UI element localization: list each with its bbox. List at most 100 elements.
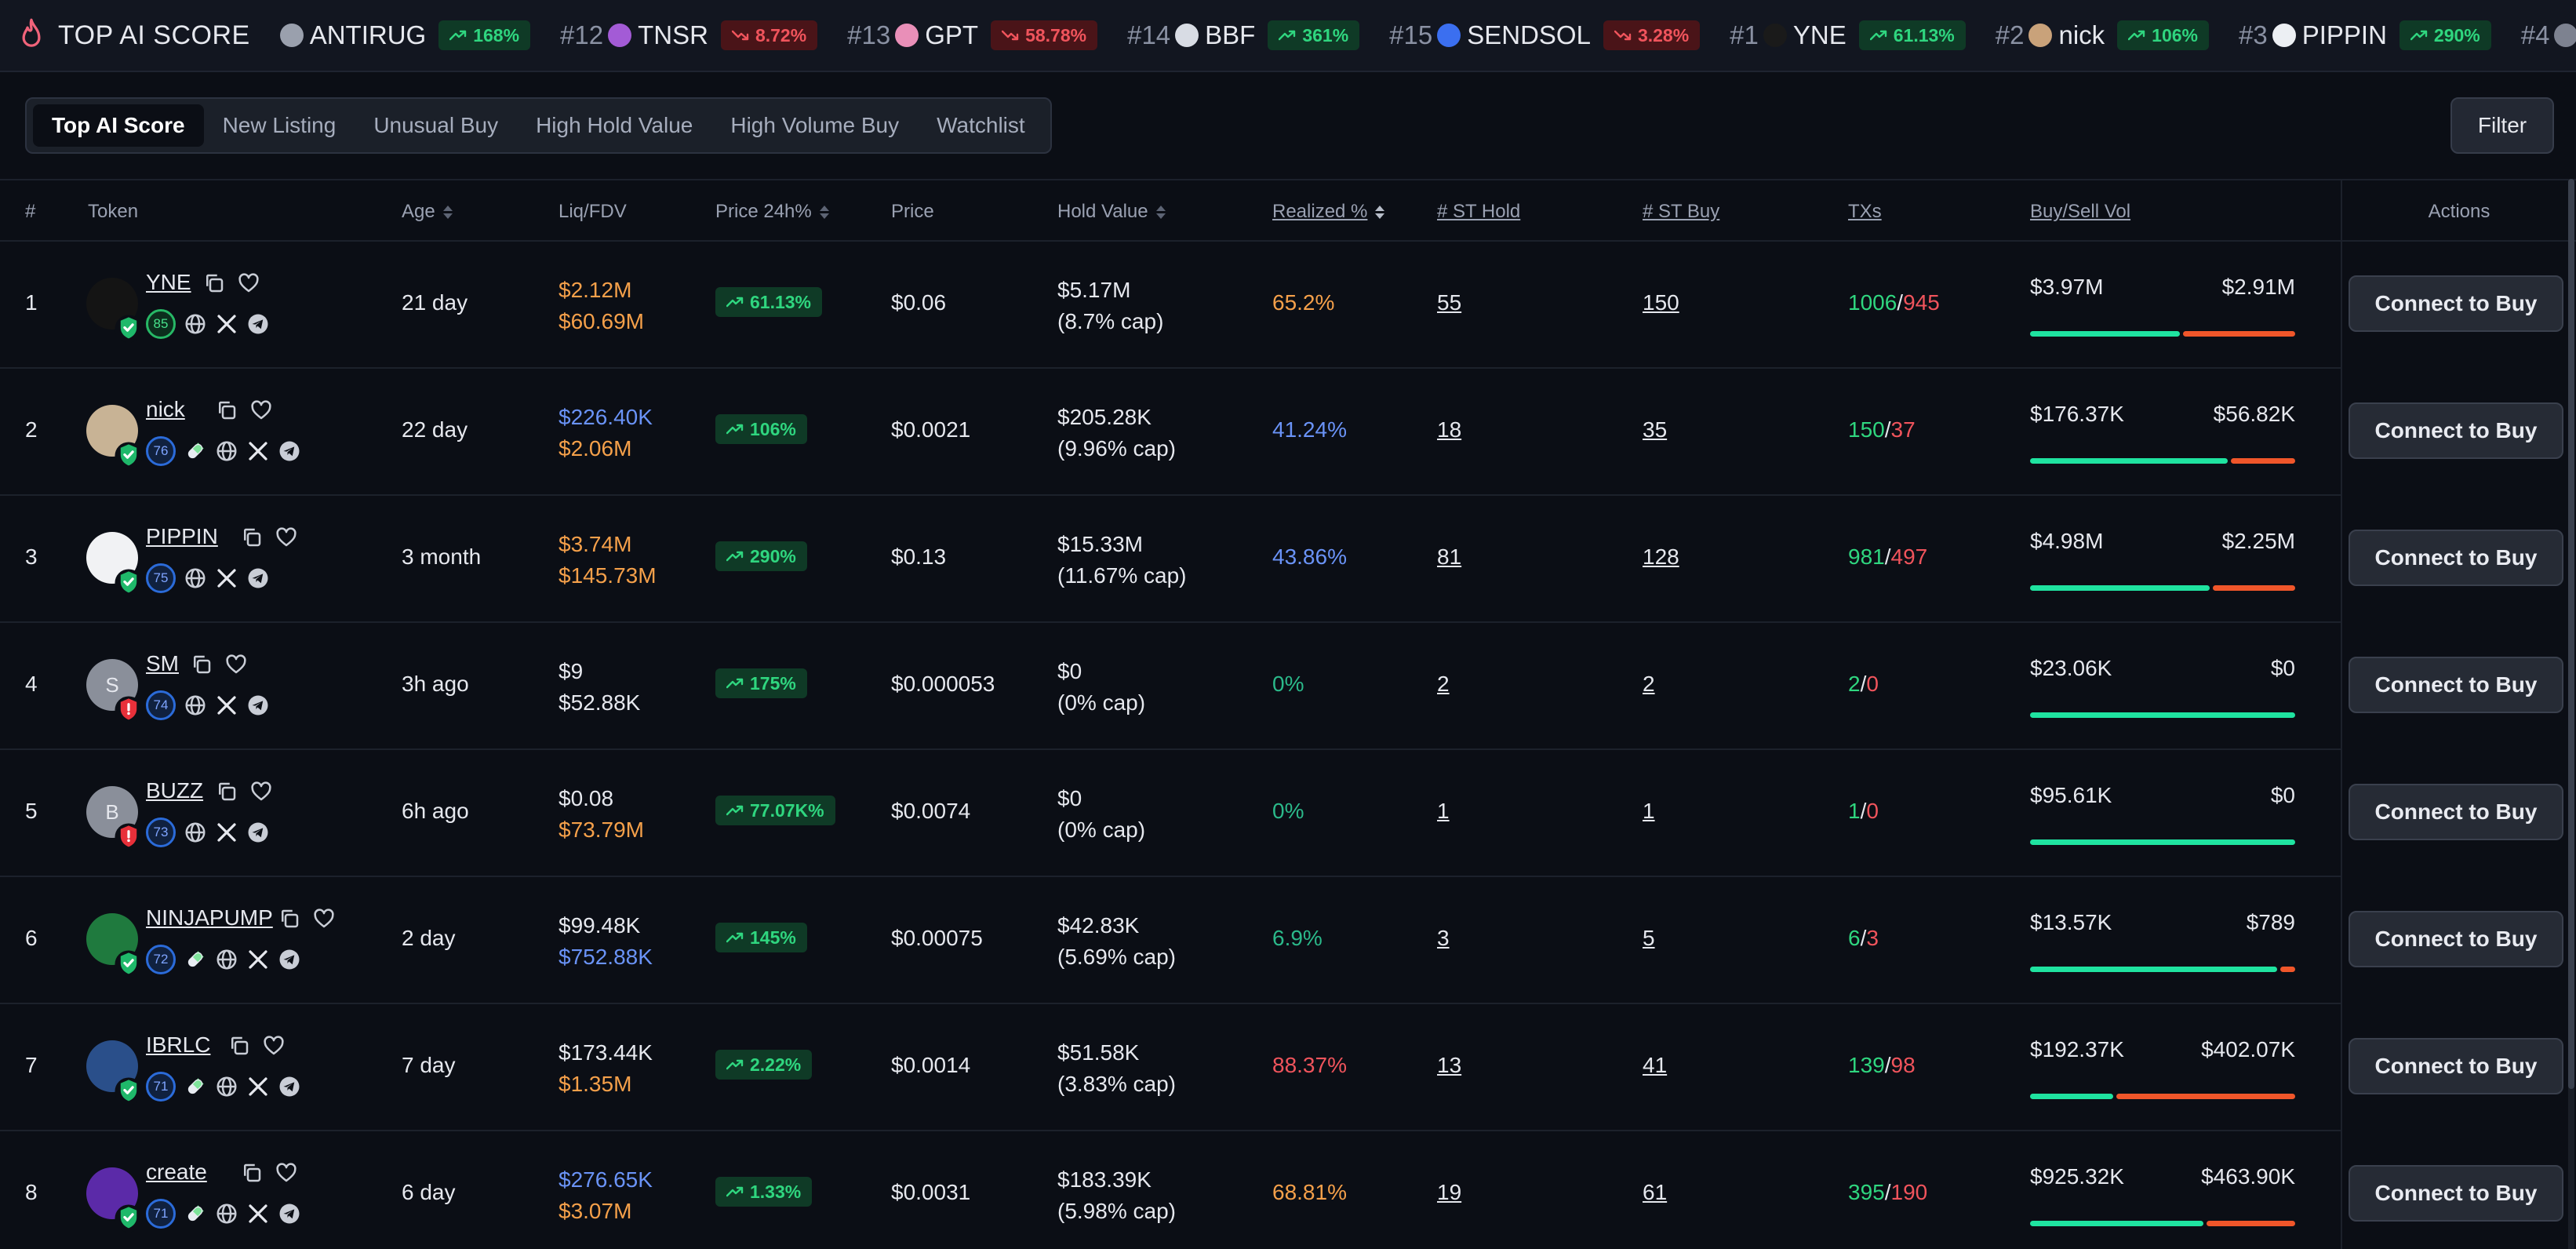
heart-icon[interactable]: [249, 780, 273, 807]
tab-new-listing[interactable]: New Listing: [204, 104, 355, 147]
heart-icon[interactable]: [275, 526, 298, 553]
tab-unusual-buy[interactable]: Unusual Buy: [355, 104, 517, 147]
heart-icon[interactable]: [237, 271, 260, 299]
token-avatar[interactable]: [86, 913, 143, 978]
globe-icon[interactable]: [215, 1202, 238, 1225]
connect-to-buy-button[interactable]: Connect to Buy: [2349, 530, 2563, 586]
token-avatar[interactable]: [86, 405, 143, 470]
telegram-icon[interactable]: [246, 312, 270, 336]
col-hold-value[interactable]: Hold Value: [1057, 180, 1166, 243]
heart-icon[interactable]: [275, 1161, 298, 1189]
table-row[interactable]: 6 NINJAPUMP 72 2 day $99.48K $752.88K 145% $0.0…: [0, 877, 2576, 1004]
token-avatar[interactable]: B: [86, 786, 143, 851]
row-st-buy[interactable]: 128: [1643, 544, 1679, 570]
row-st-buy[interactable]: 5: [1643, 926, 1655, 951]
token-avatar[interactable]: [86, 278, 143, 343]
tab-high-volume-buy[interactable]: High Volume Buy: [711, 104, 918, 147]
token-name[interactable]: NINJAPUMP: [146, 905, 273, 930]
pill-icon[interactable]: [184, 439, 207, 463]
telegram-icon[interactable]: [246, 566, 270, 590]
heart-icon[interactable]: [312, 907, 336, 934]
telegram-icon[interactable]: [278, 439, 301, 463]
ticker-item[interactable]: #12 TNSR 8.72%: [560, 20, 818, 50]
pill-icon[interactable]: [184, 948, 207, 971]
ticker-item[interactable]: ANTIRUG 168%: [277, 20, 531, 50]
token-name[interactable]: PIPPIN: [146, 524, 218, 549]
copy-icon[interactable]: [227, 1034, 251, 1061]
ticker-item[interactable]: #1 YNE 61.13%: [1730, 20, 1966, 50]
x-icon[interactable]: [215, 694, 238, 717]
ticker-item[interactable]: #2 nick 106%: [1996, 20, 2209, 50]
row-st-buy[interactable]: 2: [1643, 672, 1655, 697]
tab-high-hold-value[interactable]: High Hold Value: [517, 104, 711, 147]
globe-icon[interactable]: [184, 566, 207, 590]
row-st-hold[interactable]: 55: [1437, 290, 1461, 315]
row-st-hold[interactable]: 18: [1437, 417, 1461, 442]
connect-to-buy-button[interactable]: Connect to Buy: [2349, 1038, 2563, 1094]
copy-icon[interactable]: [190, 653, 213, 680]
connect-to-buy-button[interactable]: Connect to Buy: [2349, 911, 2563, 967]
telegram-icon[interactable]: [278, 1075, 301, 1098]
globe-icon[interactable]: [184, 821, 207, 844]
x-icon[interactable]: [215, 821, 238, 844]
x-icon[interactable]: [215, 566, 238, 590]
globe-icon[interactable]: [184, 694, 207, 717]
row-st-hold[interactable]: 2: [1437, 672, 1450, 697]
pill-icon[interactable]: [184, 1202, 207, 1225]
connect-to-buy-button[interactable]: Connect to Buy: [2349, 784, 2563, 840]
token-avatar[interactable]: S: [86, 659, 143, 724]
row-st-hold[interactable]: 19: [1437, 1180, 1461, 1205]
globe-icon[interactable]: [184, 312, 207, 336]
copy-icon[interactable]: [240, 1161, 264, 1189]
row-st-hold[interactable]: 3: [1437, 926, 1450, 951]
ticker-brand[interactable]: TOP AI SCORE: [16, 17, 250, 53]
copy-icon[interactable]: [240, 526, 264, 553]
col-age[interactable]: Age: [402, 180, 453, 243]
row-st-buy[interactable]: 150: [1643, 290, 1679, 315]
table-row[interactable]: 4 S SM 74 3h ago $9 $52.88K 175% $0.000053 $0 (0% …: [0, 623, 2576, 750]
globe-icon[interactable]: [215, 439, 238, 463]
scrollbar[interactable]: [2568, 179, 2574, 1249]
scrollbar-thumb[interactable]: [2568, 179, 2574, 1089]
token-avatar[interactable]: [86, 1167, 143, 1233]
row-st-buy[interactable]: 61: [1643, 1180, 1667, 1205]
ticker-item[interactable]: #13 GPT 58.78%: [847, 20, 1098, 50]
copy-icon[interactable]: [202, 271, 226, 299]
token-name[interactable]: IBRLC: [146, 1032, 210, 1058]
copy-icon[interactable]: [278, 907, 301, 934]
heart-icon[interactable]: [224, 653, 248, 680]
connect-to-buy-button[interactable]: Connect to Buy: [2349, 402, 2563, 459]
copy-icon[interactable]: [215, 399, 238, 426]
heart-icon[interactable]: [249, 399, 273, 426]
col-realized[interactable]: Realized %: [1272, 180, 1385, 243]
row-st-hold[interactable]: 1: [1437, 799, 1450, 824]
col-txs[interactable]: TXs: [1848, 180, 1882, 243]
row-st-buy[interactable]: 35: [1643, 417, 1667, 442]
row-st-buy[interactable]: 41: [1643, 1053, 1667, 1078]
row-st-hold[interactable]: 13: [1437, 1053, 1461, 1078]
telegram-icon[interactable]: [246, 821, 270, 844]
pill-icon[interactable]: [184, 1075, 207, 1098]
token-name[interactable]: nick: [146, 397, 185, 422]
table-row[interactable]: 8 create 71 6 day $276.65K $3.07M 1.33% $0.0031…: [0, 1131, 2576, 1249]
connect-to-buy-button[interactable]: Connect to Buy: [2349, 657, 2563, 713]
col-st-buy[interactable]: # ST Buy: [1643, 180, 1719, 243]
token-name[interactable]: SM: [146, 651, 179, 676]
x-icon[interactable]: [215, 312, 238, 336]
globe-icon[interactable]: [215, 1075, 238, 1098]
ticker-item[interactable]: #4SM: [2521, 20, 2576, 50]
row-st-hold[interactable]: 81: [1437, 544, 1461, 570]
token-avatar[interactable]: [86, 532, 143, 597]
filter-button[interactable]: Filter: [2450, 97, 2554, 154]
x-icon[interactable]: [246, 439, 270, 463]
copy-icon[interactable]: [215, 780, 238, 807]
ticker-item[interactable]: #15 SENDSOL 3.28%: [1389, 20, 1701, 50]
token-avatar[interactable]: [86, 1040, 143, 1105]
token-name[interactable]: BUZZ: [146, 778, 203, 803]
col-price-change[interactable]: Price 24h%: [715, 180, 829, 243]
telegram-icon[interactable]: [246, 694, 270, 717]
x-icon[interactable]: [246, 1075, 270, 1098]
table-row[interactable]: 5 B BUZZ 73 6h ago $0.08 $73.79M 77.07K% $0.0074…: [0, 750, 2576, 877]
connect-to-buy-button[interactable]: Connect to Buy: [2349, 1165, 2563, 1222]
token-name[interactable]: create: [146, 1160, 207, 1185]
